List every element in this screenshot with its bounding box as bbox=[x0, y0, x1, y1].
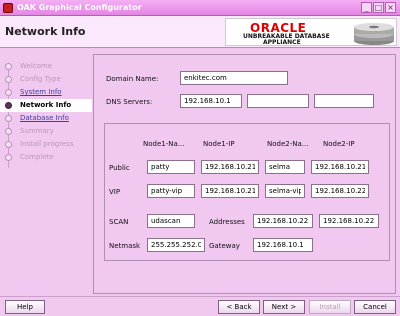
nav-label: Config Type bbox=[20, 75, 61, 83]
step-dot-icon bbox=[5, 63, 12, 70]
step-dot-icon bbox=[5, 76, 12, 83]
node-network-group: Node1-Na... Node1-IP Node2-Na... Node2-I… bbox=[104, 123, 390, 261]
step-dot-icon bbox=[5, 115, 12, 122]
footer-divider bbox=[0, 296, 400, 297]
header-node1-ip: Node1-IP bbox=[203, 140, 235, 148]
nav-label[interactable]: System Info bbox=[20, 88, 62, 96]
title-bar: OAK Graphical Configurator _ □ × bbox=[0, 0, 400, 16]
netmask-label: Netmask bbox=[109, 242, 141, 250]
header-node2-name: Node2-Na... bbox=[267, 140, 309, 148]
step-dot-icon bbox=[5, 89, 12, 96]
step-dot-icon bbox=[5, 154, 12, 161]
window-title: OAK Graphical Configurator bbox=[17, 3, 142, 12]
nav-item-summary: Summary bbox=[0, 125, 92, 138]
header-node1-name: Node1-Na... bbox=[143, 140, 185, 148]
scan-label: SCAN bbox=[109, 218, 129, 226]
scan-address-1-input[interactable] bbox=[253, 214, 313, 228]
header-node2-ip: Node2-IP bbox=[323, 140, 355, 148]
nav-item-welcome: Welcome bbox=[0, 60, 92, 73]
logo-line-2: APPLIANCE bbox=[263, 39, 301, 46]
nav-label: Install progress bbox=[20, 140, 74, 148]
public-node2-name-input[interactable] bbox=[265, 160, 305, 174]
dns-server-1-input[interactable] bbox=[180, 94, 242, 108]
back-button[interactable]: < Back bbox=[218, 300, 260, 314]
close-icon[interactable]: × bbox=[385, 2, 396, 13]
page-header: Network Info ORACLE UNBREAKABLE DATABASE… bbox=[0, 16, 400, 48]
public-node1-name-input[interactable] bbox=[147, 160, 195, 174]
help-button[interactable]: Help bbox=[5, 300, 45, 314]
vip-label: VIP bbox=[109, 188, 121, 196]
step-dot-icon bbox=[5, 141, 12, 148]
nav-label[interactable]: Database Info bbox=[20, 114, 69, 122]
vip-node2-ip-input[interactable] bbox=[311, 184, 369, 198]
dns-servers-label: DNS Servers: bbox=[106, 98, 153, 106]
nav-item-database-info[interactable]: Database Info bbox=[0, 112, 92, 125]
vip-node1-name-input[interactable] bbox=[147, 184, 195, 198]
vip-node2-name-input[interactable] bbox=[265, 184, 305, 198]
step-dot-icon bbox=[5, 128, 12, 135]
nav-item-config-type: Config Type bbox=[0, 73, 92, 86]
network-form-panel: Domain Name: DNS Servers: Node1-Na... No… bbox=[93, 54, 396, 294]
dns-server-2-input[interactable] bbox=[247, 94, 309, 108]
nav-item-network-info[interactable]: Network Info bbox=[0, 99, 92, 112]
current-step-icon bbox=[5, 102, 12, 109]
gateway-label: Gateway bbox=[209, 242, 240, 250]
cancel-button[interactable]: Cancel bbox=[354, 300, 396, 314]
nav-item-install-progress: Install progress bbox=[0, 138, 92, 151]
nav-label: Complete bbox=[20, 153, 54, 161]
public-node1-ip-input[interactable] bbox=[201, 160, 259, 174]
scan-name-input[interactable] bbox=[147, 214, 195, 228]
page-title: Network Info bbox=[5, 25, 86, 38]
gateway-input[interactable] bbox=[253, 238, 313, 252]
next-button[interactable]: Next > bbox=[263, 300, 305, 314]
domain-name-label: Domain Name: bbox=[106, 75, 159, 83]
domain-name-input[interactable] bbox=[180, 71, 288, 85]
database-disks-icon bbox=[354, 23, 394, 45]
nav-item-system-info[interactable]: System Info bbox=[0, 86, 92, 99]
app-icon bbox=[3, 3, 13, 13]
scan-address-2-input[interactable] bbox=[319, 214, 379, 228]
nav-item-complete: Complete bbox=[0, 151, 92, 164]
step-navigation: Welcome Config Type System Info Network … bbox=[0, 48, 92, 296]
maximize-icon[interactable]: □ bbox=[373, 2, 384, 13]
public-label: Public bbox=[109, 164, 130, 172]
netmask-input[interactable] bbox=[147, 238, 205, 252]
minimize-icon[interactable]: _ bbox=[361, 2, 372, 13]
oracle-logo: ORACLE UNBREAKABLE DATABASE APPLIANCE bbox=[225, 18, 397, 46]
nav-label: Summary bbox=[20, 127, 54, 135]
nav-label: Welcome bbox=[20, 62, 53, 70]
nav-label: Network Info bbox=[20, 101, 72, 109]
vip-node1-ip-input[interactable] bbox=[201, 184, 259, 198]
install-button[interactable]: Install bbox=[309, 300, 351, 314]
dns-server-3-input[interactable] bbox=[314, 94, 374, 108]
addresses-label: Addresses bbox=[209, 218, 245, 226]
public-node2-ip-input[interactable] bbox=[311, 160, 369, 174]
